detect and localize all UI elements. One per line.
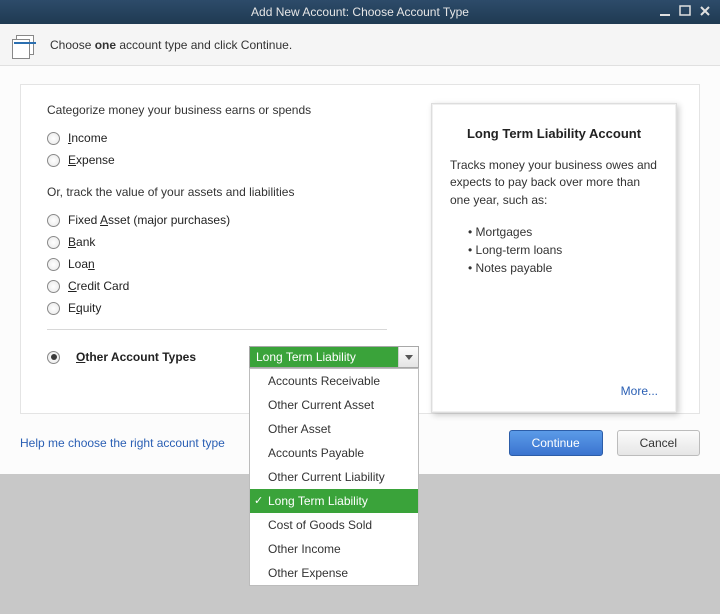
dropdown-item[interactable]: Accounts Receivable (250, 369, 418, 393)
info-bullet: Mortgages (468, 223, 658, 241)
dropdown-list: Accounts Receivable Other Current Asset … (249, 368, 419, 586)
radio-fixed-asset[interactable]: Fixed Asset (major purchases) (47, 213, 409, 227)
dropdown-item[interactable]: Long Term Liability (250, 489, 418, 513)
radio-bank[interactable]: Bank (47, 235, 409, 249)
dropdown-item[interactable]: Other Asset (250, 417, 418, 441)
info-bullets: Mortgages Long-term loans Notes payable (468, 223, 658, 277)
radio-label: Equity (68, 301, 101, 315)
dropdown-item[interactable]: Other Expense (250, 561, 418, 585)
info-bullet: Notes payable (468, 259, 658, 277)
more-link[interactable]: More... (450, 384, 658, 398)
dropdown-item[interactable]: Other Current Liability (250, 465, 418, 489)
radio-label: Other Account Types (76, 350, 196, 364)
continue-button[interactable]: Continue (509, 430, 603, 456)
divider (47, 329, 387, 330)
header-strip: Choose one account type and click Contin… (0, 24, 720, 66)
radio-icon (47, 132, 60, 145)
radio-label: Income (68, 131, 107, 145)
info-title: Long Term Liability Account (450, 126, 658, 141)
radio-equity[interactable]: Equity (47, 301, 409, 315)
dropdown-item[interactable]: Other Income (250, 537, 418, 561)
minimize-icon[interactable] (656, 3, 674, 19)
info-bullet: Long-term loans (468, 241, 658, 259)
cancel-button[interactable]: Cancel (617, 430, 700, 456)
dropdown-item[interactable]: Other Current Asset (250, 393, 418, 417)
radio-icon (47, 302, 60, 315)
radio-loan[interactable]: Loan (47, 257, 409, 271)
radio-other-account-types[interactable] (47, 351, 60, 364)
radio-icon (47, 154, 60, 167)
radio-icon (47, 214, 60, 227)
info-panel: Long Term Liability Account Tracks money… (431, 103, 677, 413)
radio-label: Bank (68, 235, 95, 249)
radio-label: Expense (68, 153, 115, 167)
dropdown-item[interactable]: Cost of Goods Sold (250, 513, 418, 537)
close-icon[interactable] (696, 3, 714, 19)
radio-income[interactable]: Income (47, 131, 409, 145)
dropdown-selected-value: Long Term Liability (250, 347, 398, 367)
radio-label: Credit Card (68, 279, 129, 293)
info-description: Tracks money your business owes and expe… (450, 157, 658, 209)
radio-label: Fixed Asset (major purchases) (68, 213, 230, 227)
dropdown-item[interactable]: Accounts Payable (250, 441, 418, 465)
section-earn-spend: Categorize money your business earns or … (47, 103, 409, 117)
help-link[interactable]: Help me choose the right account type (20, 436, 225, 450)
radio-credit-card[interactable]: Credit Card (47, 279, 409, 293)
radio-icon (47, 236, 60, 249)
header-instruction: Choose one account type and click Contin… (50, 38, 292, 52)
maximize-icon[interactable] (676, 3, 694, 19)
chevron-down-icon (398, 347, 418, 367)
main-panel: Categorize money your business earns or … (20, 84, 700, 414)
window-title: Add New Account: Choose Account Type (251, 5, 469, 19)
accounts-icon (10, 33, 38, 57)
radio-icon (47, 280, 60, 293)
radio-icon (47, 258, 60, 271)
other-account-types-dropdown[interactable]: Long Term Liability (249, 346, 419, 368)
section-assets-liabilities: Or, track the value of your assets and l… (47, 185, 409, 199)
titlebar[interactable]: Add New Account: Choose Account Type (0, 0, 720, 24)
radio-label: Loan (68, 257, 95, 271)
radio-expense[interactable]: Expense (47, 153, 409, 167)
